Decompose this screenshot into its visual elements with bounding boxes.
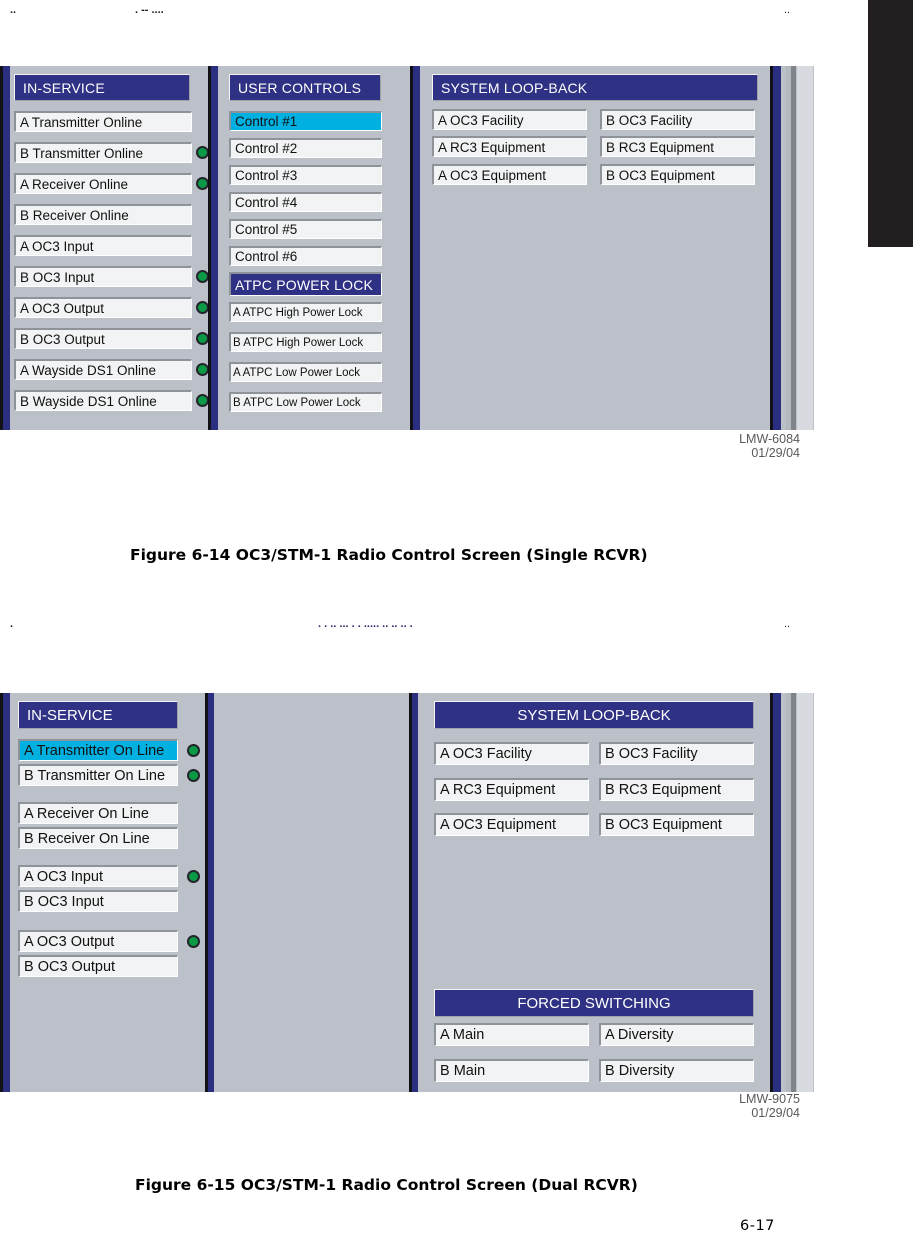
loopback-item-a-rc3-equipment-1[interactable]: A RC3 Equipment	[432, 136, 587, 157]
panel-title-system-loop-back-1: SYSTEM LOOP-BACK	[432, 74, 758, 101]
subheader-forced-switching: FORCED SWITCHING	[434, 989, 754, 1017]
panel-title-system-loop-back-2: SYSTEM LOOP-BACK	[434, 701, 754, 729]
status-item-b-oc3-output[interactable]: B OC3 Output	[14, 328, 192, 349]
status-item-a-receiver-on-line[interactable]: A Receiver On Line	[18, 802, 178, 824]
screen1-right-navy-edge	[773, 66, 781, 430]
panel-system-loop-back-1: SYSTEM LOOP-BACK A OC3 Facility B OC3 Fa…	[420, 66, 770, 430]
screen1-scrollbar-track[interactable]	[791, 66, 796, 430]
atpc-item-b-low-power-lock[interactable]: B ATPC Low Power Lock	[229, 392, 382, 412]
figure2-caption: Figure 6-15 OC3/STM-1 Radio Control Scre…	[135, 1176, 638, 1194]
screen1-right-light-edge	[797, 66, 813, 430]
user-control-item-2[interactable]: Control #2	[229, 138, 382, 158]
led-indicator-a-oc3-input-2	[187, 870, 200, 883]
atpc-item-a-high-power-lock[interactable]: A ATPC High Power Lock	[229, 302, 382, 322]
status-item-b-transmitter-online[interactable]: B Transmitter Online	[14, 142, 192, 163]
screen2-scrollbar-track[interactable]	[791, 693, 796, 1092]
mid-crop-artifact-right: ..	[784, 622, 798, 627]
page-number: 6-17	[740, 1218, 775, 1234]
user-control-item-1[interactable]: Control #1	[229, 111, 382, 131]
figure1-caption: Figure 6-14 OC3/STM-1 Radio Control Scre…	[130, 546, 648, 564]
atpc-item-a-low-power-lock[interactable]: A ATPC Low Power Lock	[229, 362, 382, 382]
radio-control-screen-dual-rcvr: IN-SERVICE A Transmitter On Line B Trans…	[0, 693, 814, 1092]
forced-switching-item-b-main[interactable]: B Main	[434, 1059, 589, 1082]
panel-empty-2	[214, 693, 412, 1092]
screen2-right-light-edge	[797, 693, 813, 1092]
subheader-atpc-power-lock: ATPC POWER LOCK	[229, 272, 382, 296]
loopback-item-b-rc3-equipment-1[interactable]: B RC3 Equipment	[600, 136, 755, 157]
figure2-stamp-date: 01/29/04	[751, 1106, 800, 1120]
loopback-item-a-oc3-facility-2[interactable]: A OC3 Facility	[434, 742, 589, 765]
panel-system-loop-back-2: SYSTEM LOOP-BACK A OC3 Facility B OC3 Fa…	[418, 693, 770, 1092]
status-item-b-wayside-ds1-online[interactable]: B Wayside DS1 Online	[14, 390, 192, 411]
forced-switching-item-b-diversity[interactable]: B Diversity	[599, 1059, 754, 1082]
loopback-item-b-oc3-equipment-2[interactable]: B OC3 Equipment	[599, 813, 754, 836]
radio-control-screen-single-rcvr: IN-SERVICE A Transmitter Online B Transm…	[0, 66, 814, 430]
figure2-stamp-id: LMW-9075	[739, 1092, 800, 1106]
panel-title-in-service-1: IN-SERVICE	[14, 74, 190, 101]
status-item-b-oc3-output-2[interactable]: B OC3 Output	[18, 955, 178, 977]
top-crop-artifact-right: ..	[784, 8, 798, 13]
forced-switching-item-a-main[interactable]: A Main	[434, 1023, 589, 1046]
user-control-item-6[interactable]: Control #6	[229, 246, 382, 266]
panel-in-service-2: IN-SERVICE A Transmitter On Line B Trans…	[10, 693, 210, 1092]
loopback-item-b-oc3-equipment-1[interactable]: B OC3 Equipment	[600, 164, 755, 185]
status-item-b-receiver-online[interactable]: B Receiver Online	[14, 204, 192, 225]
status-item-b-receiver-on-line[interactable]: B Receiver On Line	[18, 827, 178, 849]
user-control-item-3[interactable]: Control #3	[229, 165, 382, 185]
top-crop-artifact-center: . -- ....	[135, 8, 195, 13]
status-item-a-receiver-online[interactable]: A Receiver Online	[14, 173, 192, 194]
page-edge-black-block	[868, 0, 913, 247]
panel-user-controls: USER CONTROLS Control #1 Control #2 Cont…	[218, 66, 410, 430]
loopback-item-a-oc3-equipment-1[interactable]: A OC3 Equipment	[432, 164, 587, 185]
user-control-item-5[interactable]: Control #5	[229, 219, 382, 239]
status-item-a-oc3-output[interactable]: A OC3 Output	[14, 297, 192, 318]
forced-switching-item-a-diversity[interactable]: A Diversity	[599, 1023, 754, 1046]
led-indicator-a-oc3-output-2	[187, 935, 200, 948]
status-item-b-transmitter-on-line[interactable]: B Transmitter On Line	[18, 764, 178, 786]
status-item-b-oc3-input-2[interactable]: B OC3 Input	[18, 890, 178, 912]
status-item-a-transmitter-online[interactable]: A Transmitter Online	[14, 111, 192, 132]
loopback-item-b-rc3-equipment-2[interactable]: B RC3 Equipment	[599, 778, 754, 801]
status-item-a-wayside-ds1-online[interactable]: A Wayside DS1 Online	[14, 359, 192, 380]
status-item-a-transmitter-on-line[interactable]: A Transmitter On Line	[18, 739, 178, 761]
loopback-item-b-oc3-facility-1[interactable]: B OC3 Facility	[600, 109, 755, 130]
top-crop-artifact-left: ..	[10, 8, 40, 13]
mid-crop-artifact-center: . . .. ... . . ..... .. .. .. .	[318, 622, 488, 627]
status-item-a-oc3-output-2[interactable]: A OC3 Output	[18, 930, 178, 952]
panel-title-user-controls: USER CONTROLS	[229, 74, 381, 101]
loopback-item-a-oc3-facility-1[interactable]: A OC3 Facility	[432, 109, 587, 130]
figure1-stamp-id: LMW-6084	[739, 432, 800, 446]
user-control-item-4[interactable]: Control #4	[229, 192, 382, 212]
led-indicator-a-transmitter-on-line	[187, 744, 200, 757]
mid-crop-artifact-left: .	[10, 622, 22, 627]
screen2-right-navy-edge	[773, 693, 781, 1092]
atpc-item-b-high-power-lock[interactable]: B ATPC High Power Lock	[229, 332, 382, 352]
status-item-b-oc3-input[interactable]: B OC3 Input	[14, 266, 192, 287]
panel-in-service-1: IN-SERVICE A Transmitter Online B Transm…	[10, 66, 209, 430]
loopback-item-a-oc3-equipment-2[interactable]: A OC3 Equipment	[434, 813, 589, 836]
status-item-a-oc3-input[interactable]: A OC3 Input	[14, 235, 192, 256]
figure1-stamp-date: 01/29/04	[751, 446, 800, 460]
panel-title-in-service-2: IN-SERVICE	[18, 701, 178, 729]
loopback-item-b-oc3-facility-2[interactable]: B OC3 Facility	[599, 742, 754, 765]
led-indicator-b-transmitter-on-line	[187, 769, 200, 782]
loopback-item-a-rc3-equipment-2[interactable]: A RC3 Equipment	[434, 778, 589, 801]
status-item-a-oc3-input-2[interactable]: A OC3 Input	[18, 865, 178, 887]
